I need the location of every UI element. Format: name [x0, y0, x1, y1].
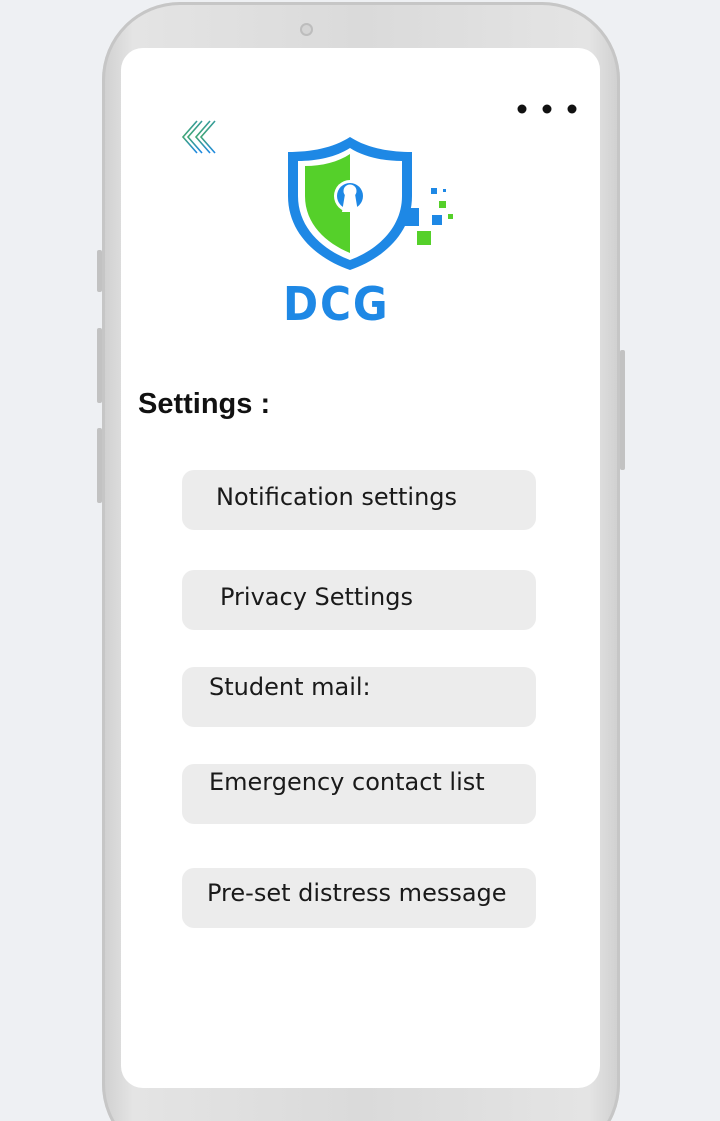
volume-down-button-hardware [97, 328, 102, 403]
emergency-contact-list-label: Emergency contact list [209, 768, 485, 796]
privacy-settings-button[interactable]: Privacy Settings [182, 570, 536, 630]
shield-lock-icon [288, 137, 453, 270]
student-mail-label: Student mail: [209, 673, 371, 701]
privacy-settings-label: Privacy Settings [220, 583, 413, 611]
notification-settings-button[interactable]: Notification settings [182, 470, 536, 530]
emergency-contact-list-button[interactable]: Emergency contact list [182, 764, 536, 824]
preset-distress-message-label: Pre-set distress message [207, 879, 507, 907]
front-camera [300, 23, 313, 36]
notification-settings-label: Notification settings [216, 483, 458, 511]
double-chevron-left-icon [181, 120, 216, 154]
logo-wordmark: DCG [282, 277, 390, 331]
power-button-hardware [620, 350, 625, 470]
back-button[interactable] [179, 118, 223, 156]
more-horizontal-icon [517, 104, 577, 114]
settings-heading: Settings : [138, 388, 271, 420]
canvas: DCG Settings : Notification settings Pri… [0, 0, 720, 1121]
preset-distress-message-button[interactable]: Pre-set distress message [182, 868, 536, 928]
bixby-button-hardware [97, 428, 102, 503]
overflow-menu-button[interactable] [513, 98, 579, 120]
app-screen: DCG Settings : Notification settings Pri… [121, 48, 600, 1088]
volume-up-button-hardware [97, 250, 102, 292]
student-mail-button[interactable]: Student mail: [182, 667, 536, 727]
